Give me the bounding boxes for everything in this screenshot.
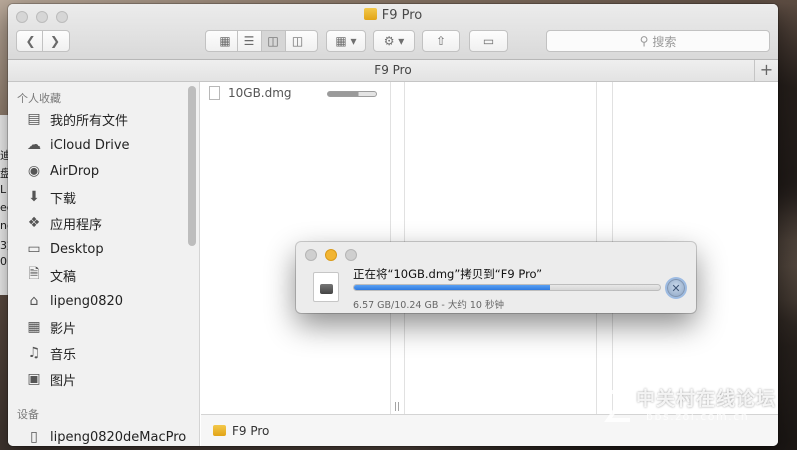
watermark: 中关村在线论坛 bbs.zol.com.cn <box>598 384 794 440</box>
arrange-button[interactable]: ▦ ▾ <box>326 30 366 52</box>
search-icon: ⚲ <box>639 34 649 48</box>
close-button[interactable] <box>305 249 317 261</box>
search-placeholder: 搜索 <box>652 34 677 49</box>
copy-progress-dialog: 正在将“10GB.dmg”拷贝到“F9 Pro” 6.57 GB/10.24 G… <box>296 242 696 313</box>
sidebar-item-desktop[interactable]: ▭ Desktop <box>8 236 199 262</box>
sidebar: 个人收藏 ▤ 我的所有文件 ☁ iCloud Drive ◉ AirDrop ⬇ 下载 … <box>8 82 200 446</box>
back-forward-control: ❮ ❯ <box>16 30 70 52</box>
disk-image-icon <box>313 272 339 302</box>
arrange-icon: ▦ ▾ <box>335 34 357 48</box>
finder-window: F9 Pro ❮ ❯ ▦ ☰ ◫ ◫ ▦ ▾ ⚙ ▾ ⇧ ▭ ⚲ 搜索 F9 Pr… <box>8 4 778 446</box>
copy-title: 正在将“10GB.dmg”拷贝到“F9 Pro” <box>353 267 543 281</box>
airdrop-icon: ◉ <box>27 163 41 179</box>
movies-icon: ▦ <box>27 319 41 335</box>
sidebar-item-music[interactable]: ♫ 音乐 <box>8 340 199 366</box>
document-icon <box>209 86 220 100</box>
window-titlebar[interactable]: F9 Pro ❮ ❯ ▦ ☰ ◫ ◫ ▦ ▾ ⚙ ▾ ⇧ ▭ ⚲ 搜索 <box>8 4 778 60</box>
download-icon: ⬇ <box>28 189 40 205</box>
applications-icon: ❖ <box>27 215 41 231</box>
watermark-url: bbs.zol.com.cn <box>646 410 750 423</box>
column-view-icon[interactable]: ◫ <box>261 31 286 51</box>
file-name: 10GB.dmg <box>228 86 292 100</box>
sidebar-item-icloud[interactable]: ☁ iCloud Drive <box>8 132 199 158</box>
documents-icon: 🗎 <box>28 266 40 282</box>
drive-icon <box>363 8 377 20</box>
copy-progress-fill <box>354 285 551 290</box>
cloud-icon: ☁ <box>27 137 41 153</box>
window-title: F9 Pro <box>8 8 778 23</box>
sidebar-item-airdrop[interactable]: ◉ AirDrop <box>8 158 199 184</box>
file-row[interactable]: 10GB.dmg <box>209 86 292 100</box>
copy-status: 6.57 GB/10.24 GB - 大约 10 秒钟 <box>353 300 504 311</box>
watermark-text: 中关村在线论坛 <box>636 388 777 410</box>
background-text: L <box>0 183 7 196</box>
computer-icon: ▯ <box>30 429 38 445</box>
pictures-icon: ▣ <box>27 371 41 387</box>
sidebar-item-all-files[interactable]: ▤ 我的所有文件 <box>8 106 199 132</box>
gear-icon: ⚙ ▾ <box>383 34 405 48</box>
sidebar-item-applications[interactable]: ❖ 应用程序 <box>8 210 199 236</box>
tag-button[interactable]: ▭ <box>469 30 508 52</box>
action-button[interactable]: ⚙ ▾ <box>373 30 415 52</box>
sidebar-item-home[interactable]: ⌂ lipeng0820 <box>8 288 199 314</box>
sidebar-header-favorites: 个人收藏 <box>17 92 61 105</box>
music-icon: ♫ <box>27 345 41 361</box>
cancel-copy-button[interactable]: ✕ <box>667 279 685 297</box>
share-button[interactable]: ⇧ <box>422 30 460 52</box>
icon-view-icon[interactable]: ▦ <box>214 31 238 51</box>
sidebar-item-movies[interactable]: ▦ 影片 <box>8 314 199 340</box>
view-switcher: ▦ ☰ ◫ ◫ <box>205 30 318 52</box>
minimize-button[interactable] <box>325 249 337 261</box>
sidebar-item-documents[interactable]: 🗎 文稿 <box>8 262 199 288</box>
tab-title[interactable]: F9 Pro <box>374 63 411 77</box>
tab-bar: F9 Pro + <box>8 60 778 82</box>
drive-icon <box>213 425 226 436</box>
cover-flow-icon[interactable]: ◫ <box>286 31 310 51</box>
home-icon: ⌂ <box>29 293 39 309</box>
path-item[interactable]: F9 Pro <box>232 424 269 438</box>
sidebar-item-pictures[interactable]: ▣ 图片 <box>8 366 199 392</box>
background-text: 0 <box>0 255 7 268</box>
file-copy-progress <box>327 91 377 97</box>
list-view-icon[interactable]: ☰ <box>238 31 262 51</box>
search-field[interactable]: ⚲ 搜索 <box>546 30 770 52</box>
sidebar-item-computer[interactable]: ▯ lipeng0820deMacPro <box>8 424 199 446</box>
chevron-right-icon[interactable]: ❯ <box>43 31 67 51</box>
sidebar-header-devices: 设备 <box>17 408 39 421</box>
share-icon: ⇧ <box>435 34 447 48</box>
tag-icon: ▭ <box>482 34 495 48</box>
copy-progress-bar <box>353 284 661 291</box>
desktop-icon: ▭ <box>27 241 41 257</box>
zol-logo-icon <box>604 390 632 422</box>
all-files-icon: ▤ <box>27 111 41 127</box>
zoom-button[interactable] <box>345 249 357 261</box>
new-tab-button[interactable]: + <box>754 60 778 81</box>
sidebar-item-downloads[interactable]: ⬇ 下载 <box>8 184 199 210</box>
close-icon: ✕ <box>671 281 681 295</box>
sidebar-scrollbar[interactable] <box>188 86 196 246</box>
chevron-left-icon[interactable]: ❮ <box>19 31 43 51</box>
